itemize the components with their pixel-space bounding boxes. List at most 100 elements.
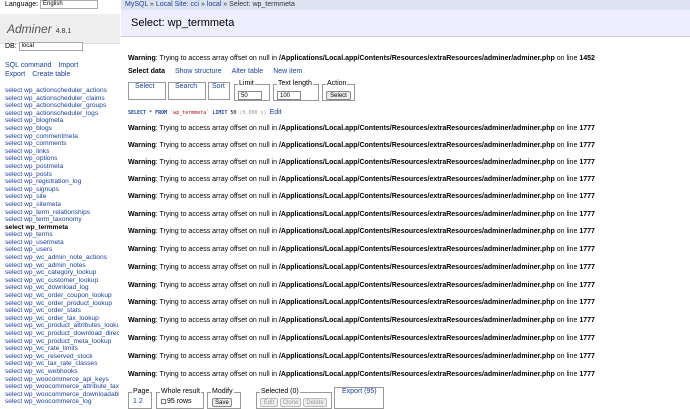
table-name-link[interactable]: wp_wc_customer_lookup [24,277,98,284]
table-list-item[interactable]: select wp_blogs [5,125,119,133]
table-list-item[interactable]: select wp_options [5,155,119,163]
table-list-item[interactable]: select wp_woocommerce_attribute_taxonomi… [5,383,119,391]
table-name-link[interactable]: wp_comments [24,140,67,147]
table-list-item[interactable]: select wp_commentmeta [5,133,119,141]
table-name-link[interactable]: wp_wc_order_tax_lookup [24,315,99,322]
table-select-link[interactable]: select [5,391,22,398]
export-link[interactable]: Export [5,71,25,78]
select-columns-link[interactable]: Select [134,83,156,91]
table-list-item[interactable]: select wp_term_taxonomy [5,216,119,224]
language-select[interactable]: English [40,0,99,9]
table-name-link[interactable]: wp_commentmeta [24,133,78,140]
table-name-link[interactable]: wp_termmeta [26,224,69,231]
table-name-link[interactable]: wp_terms [24,231,53,238]
table-list-item[interactable]: select wp_postmeta [5,163,119,171]
table-select-link[interactable]: select [5,87,22,94]
table-name-link[interactable]: wp_postmeta [24,163,63,170]
table-list-item[interactable]: select wp_wc_webhooks [5,368,119,376]
table-select-link[interactable]: select [5,383,22,390]
table-name-link[interactable]: wp_woocommerce_api_keys [24,376,109,383]
table-list-item[interactable]: select wp_registration_log [5,178,119,186]
table-name-link[interactable]: wp_term_taxonomy [24,216,82,223]
sort-fieldset[interactable]: Sort [208,82,230,100]
table-list-item[interactable]: select wp_wc_order_stats [5,307,119,315]
table-select-link[interactable]: select [5,231,22,238]
table-name-link[interactable]: wp_actionscheduler_claims [24,95,105,102]
table-list-item[interactable]: select wp_woocommerce_downloadable_produ… [5,391,119,399]
table-select-link[interactable]: select [5,125,22,132]
table-select-link[interactable]: select [5,186,22,193]
table-list-item[interactable]: select wp_posts [5,171,119,179]
table-name-link[interactable]: wp_wc_admin_notes [24,262,86,269]
table-list-item[interactable]: select wp_wc_download_log [5,284,119,292]
table-name-link[interactable]: wp_wc_download_log [24,284,89,291]
table-list-item[interactable]: select wp_wc_reserved_stock [5,353,119,361]
table-select-link[interactable]: select [5,133,22,140]
table-name-link[interactable]: wp_actionscheduler_logs [24,110,98,117]
table-list-item[interactable]: select wp_wc_tax_rate_classes [5,360,119,368]
create-table-link[interactable]: Create table [32,71,70,78]
table-name-link[interactable]: wp_wc_product_download_directories [24,330,119,337]
table-list-item[interactable]: select wp_wc_rate_limits [5,345,119,353]
table-list-item[interactable]: select wp_site [5,193,119,201]
limit-input[interactable]: 50 [238,91,262,100]
table-name-link[interactable]: wp_wc_webhooks [24,368,78,375]
table-select-link[interactable]: select [5,246,22,253]
db-select[interactable]: local [18,42,83,51]
table-name-link[interactable]: wp_wc_tax_rate_classes [24,360,97,367]
export-fieldset[interactable]: Export (95) [334,387,384,409]
table-select-link[interactable]: select [5,345,22,352]
whole-result-checkbox[interactable] [161,398,166,404]
breadcrumb-server[interactable]: Local Site: cci [156,1,199,8]
table-select-link[interactable]: select [5,376,22,383]
export-link[interactable]: Export (95) [341,388,378,396]
table-name-link[interactable]: wp_wc_admin_note_actions [24,254,107,261]
table-name-link[interactable]: wp_options [24,155,57,162]
text-length-input[interactable]: 100 [277,91,301,100]
table-name-link[interactable]: wp_usermeta [24,239,64,246]
table-select-link[interactable]: select [5,269,22,276]
table-select-link[interactable]: select [5,277,22,284]
table-select-link[interactable]: select [5,171,22,178]
table-list-item[interactable]: select wp_signups [5,186,119,194]
table-select-link[interactable]: select [5,338,22,345]
table-name-link[interactable]: wp_blogs [24,125,52,132]
table-select-link[interactable]: select [5,140,22,147]
table-select-link[interactable]: select [5,193,22,200]
search-fieldset[interactable]: Search [168,82,206,100]
breadcrumb-db[interactable]: local [207,1,221,8]
new-item-link[interactable]: New item [273,68,302,75]
table-select-link[interactable]: select [5,307,22,314]
table-list-item[interactable]: select wp_links [5,148,119,156]
table-list-item[interactable]: select wp_wc_order_tax_lookup [5,315,119,323]
app-brand[interactable]: Adminer 4.8.1 [0,14,120,44]
show-structure-link[interactable]: Show structure [175,68,222,75]
table-select-link[interactable]: select [5,201,22,208]
table-list-item[interactable]: select wp_term_relationships [5,209,119,217]
save-button[interactable]: Save [212,398,232,407]
table-list-item[interactable]: select wp_wc_product_attributes_lookup [5,322,119,330]
table-name-link[interactable]: wp_wc_reserved_stock [24,353,93,360]
table-select-link[interactable]: select [5,117,22,124]
table-name-link[interactable]: wp_registration_log [24,178,81,185]
table-list-item[interactable]: select wp_wc_customer_lookup [5,277,119,285]
table-name-link[interactable]: wp_wc_order_stats [24,307,81,314]
table-name-link[interactable]: wp_links [24,148,49,155]
table-list-item[interactable]: select wp_wc_order_coupon_lookup [5,292,119,300]
search-link[interactable]: Search [174,83,199,91]
breadcrumb-mysql[interactable]: MySQL [125,1,148,8]
table-list-item[interactable]: select wp_actionscheduler_logs [5,110,119,118]
table-select-link[interactable]: select [5,148,22,155]
table-list-item[interactable]: select wp_actionscheduler_actions [5,87,119,95]
table-select-link[interactable]: select [5,95,22,102]
table-list-item[interactable]: select wp_woocommerce_api_keys [5,376,119,384]
table-select-link[interactable]: select [5,368,22,375]
table-select-link[interactable]: select [5,315,22,322]
table-list-item[interactable]: select wp_wc_admin_note_actions [5,254,119,262]
table-name-link[interactable]: wp_wc_order_product_lookup [24,300,112,307]
select-fieldset[interactable]: Select [128,82,166,100]
table-list-item[interactable]: select wp_actionscheduler_groups [5,102,119,110]
table-list-item[interactable]: select wp_wc_admin_notes [5,262,119,270]
table-name-link[interactable]: wp_posts [24,171,52,178]
table-list-item[interactable]: select wp_actionscheduler_claims [5,95,119,103]
